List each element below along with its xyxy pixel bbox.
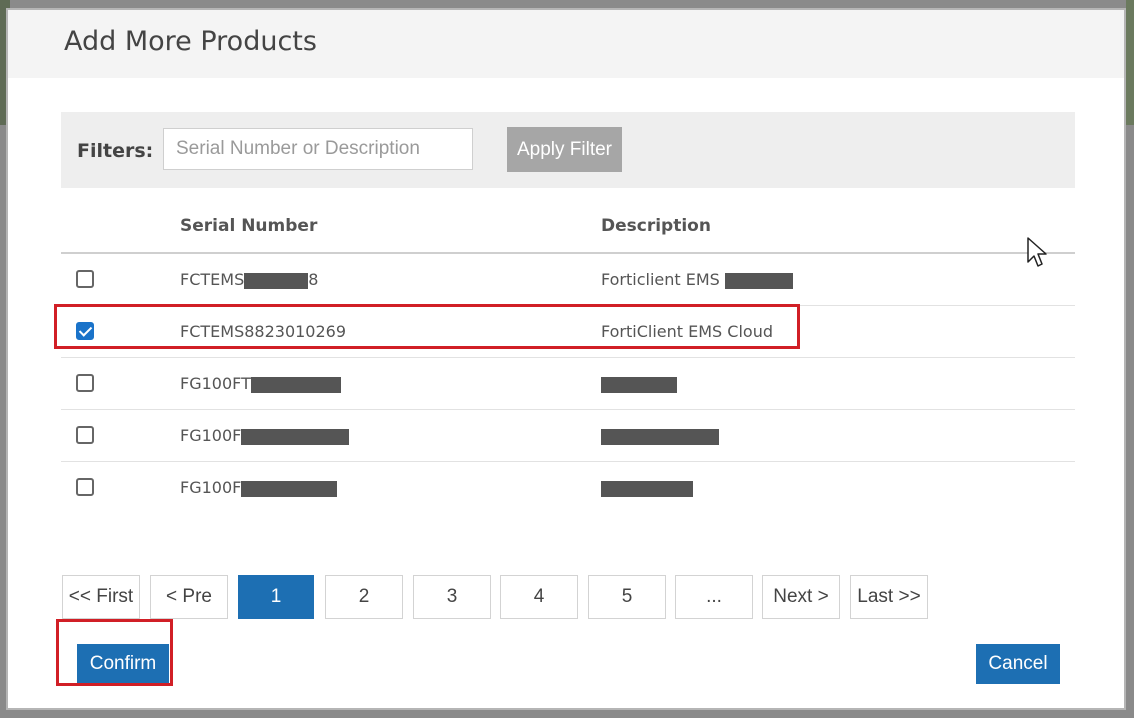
table-row[interactable]: FG100F	[61, 462, 1075, 513]
redaction-bar	[601, 376, 677, 393]
products-table: Serial Number Description FCTEMS 8 Fortic…	[61, 200, 1075, 513]
mouse-cursor-icon	[1027, 237, 1047, 267]
page-prev-button[interactable]: < Pre	[150, 575, 228, 619]
page-ellipsis-button[interactable]: ...	[675, 575, 753, 619]
redaction-bar	[241, 480, 338, 497]
page-2-button[interactable]: 2	[325, 575, 403, 619]
serial-number-cell: FCTEMS 8	[180, 270, 319, 289]
background-strip	[1126, 0, 1134, 125]
redaction-bar	[601, 480, 693, 497]
cancel-button[interactable]: Cancel	[976, 644, 1060, 684]
filter-bar: Filters: Apply Filter	[61, 112, 1075, 188]
table-row[interactable]: FG100F	[61, 410, 1075, 462]
column-header-serial: Serial Number	[180, 216, 318, 236]
modal-header: Add More Products	[8, 10, 1124, 78]
row-checkbox[interactable]	[76, 374, 94, 392]
page-next-button[interactable]: Next >	[762, 575, 840, 619]
page-5-button[interactable]: 5	[588, 575, 666, 619]
serial-number-cell: FG100FT	[180, 374, 341, 393]
row-checkbox-checked[interactable]	[76, 322, 94, 340]
filter-search-input[interactable]	[163, 128, 473, 170]
table-header: Serial Number Description	[61, 200, 1075, 254]
description-cell	[601, 478, 693, 497]
page-first-button[interactable]: << First	[62, 575, 140, 619]
description-cell: FortiClient EMS Cloud	[601, 322, 773, 341]
page-1-button[interactable]: 1	[238, 575, 314, 619]
row-checkbox[interactable]	[76, 270, 94, 288]
description-cell: Forticlient EMS	[601, 270, 793, 289]
apply-filter-button[interactable]: Apply Filter	[507, 127, 622, 172]
page-last-button[interactable]: Last >>	[850, 575, 928, 619]
description-cell	[601, 374, 677, 393]
table-row[interactable]: FCTEMS8823010269 FortiClient EMS Cloud	[61, 306, 1075, 358]
page-3-button[interactable]: 3	[413, 575, 491, 619]
row-checkbox[interactable]	[76, 426, 94, 444]
row-checkbox[interactable]	[76, 478, 94, 496]
redaction-bar	[241, 428, 350, 445]
confirm-button-highlight	[56, 619, 173, 686]
column-header-description: Description	[601, 216, 711, 236]
serial-number-cell: FG100F	[180, 478, 338, 497]
redaction-bar	[724, 272, 793, 289]
description-cell	[601, 426, 719, 445]
serial-number-cell: FCTEMS8823010269	[180, 322, 347, 341]
redaction-bar	[601, 428, 719, 445]
page-4-button[interactable]: 4	[500, 575, 578, 619]
serial-number-cell: FG100F	[180, 426, 350, 445]
modal-title: Add More Products	[64, 26, 317, 57]
table-row[interactable]: FG100FT	[61, 358, 1075, 410]
redaction-bar	[250, 376, 341, 393]
table-row[interactable]: FCTEMS 8 Forticlient EMS	[61, 254, 1075, 306]
add-products-modal: Add More Products Filters: Apply Filter …	[6, 8, 1126, 710]
filters-label: Filters:	[77, 140, 154, 162]
redaction-bar	[244, 272, 309, 289]
